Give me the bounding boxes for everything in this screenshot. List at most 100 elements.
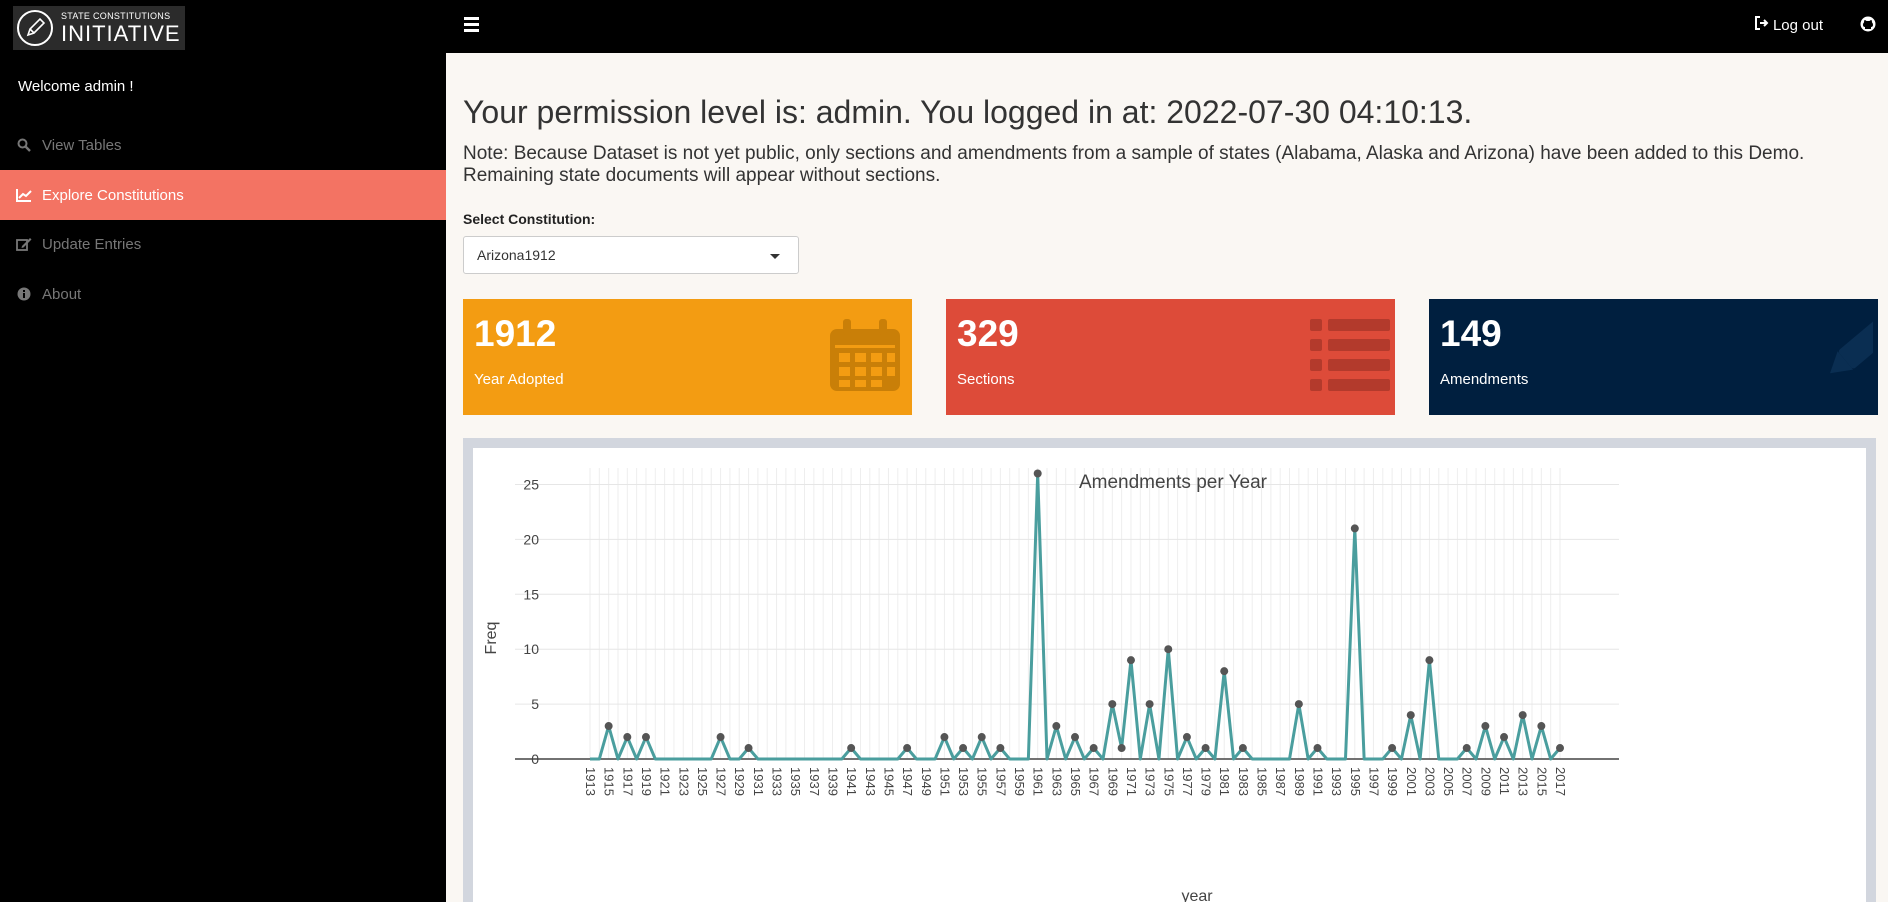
x-tick-label: 2011 [1497, 767, 1512, 795]
data-point[interactable] [1126, 656, 1135, 665]
x-tick-label: 1917 [620, 767, 635, 796]
amendments-per-year-chart: 0510152025 1913 1915 1917 1919 1921 1923 1925 1… [483, 468, 1619, 902]
data-point[interactable] [1220, 667, 1229, 676]
data-point[interactable] [959, 744, 968, 753]
data-point[interactable] [1313, 744, 1322, 753]
data-point[interactable] [940, 733, 949, 742]
pencil-logo-icon [17, 10, 53, 46]
x-tick-label: 1973 [1143, 767, 1158, 796]
constitution-select[interactable]: Arizona1912 [463, 236, 799, 274]
data-point[interactable] [1500, 733, 1509, 742]
sidebar-item-label: Update Entries [42, 235, 142, 253]
sidebar-item-label: About [42, 285, 82, 303]
x-tick-label: 1927 [714, 767, 729, 796]
x-axis-label: year [1181, 888, 1213, 902]
value-box-number: 149 [1440, 313, 1502, 354]
x-tick-label: 1959 [1012, 767, 1027, 796]
sidebar-item-label: View Tables [42, 136, 122, 154]
data-point[interactable] [1518, 711, 1527, 720]
data-point[interactable] [1388, 744, 1397, 753]
y-tick-label: 25 [523, 476, 539, 492]
data-point[interactable] [1556, 744, 1564, 753]
x-tick-label: 1945 [881, 767, 896, 796]
x-tick-label: 1943 [863, 767, 878, 796]
data-point[interactable] [1537, 722, 1546, 731]
x-tick-label: 2001 [1404, 767, 1419, 796]
logout-label: Log out [1772, 16, 1823, 34]
data-point[interactable] [1481, 722, 1490, 731]
x-tick-label: 1989 [1292, 767, 1307, 796]
data-point[interactable] [1182, 733, 1191, 742]
x-tick-label: 1913 [583, 767, 598, 796]
data-point[interactable] [977, 733, 986, 742]
y-tick-label: 5 [531, 696, 539, 712]
x-tick-label: 1953 [956, 767, 971, 796]
calendar-icon [827, 309, 907, 399]
hamburger-menu-icon[interactable] [464, 17, 479, 33]
info-icon [16, 287, 32, 301]
edit-icon [16, 237, 32, 251]
data-point[interactable] [1033, 469, 1042, 478]
x-tick-label: 1979 [1199, 767, 1214, 796]
y-tick-labels: 0 5 10 15 20 25 [523, 476, 539, 767]
logo-big-text: INITIATIVE [61, 20, 181, 46]
logout-button[interactable]: Log out [1754, 16, 1823, 34]
data-point[interactable] [1425, 656, 1434, 665]
data-point[interactable] [716, 733, 725, 742]
data-point[interactable] [1108, 700, 1117, 709]
app-logo[interactable]: STATE CONSTITUTIONS INITIATIVE [13, 6, 185, 50]
data-point[interactable] [623, 733, 632, 742]
sidebar-item-view-tables[interactable]: View Tables [0, 120, 446, 170]
data-point[interactable] [903, 744, 912, 753]
x-tick-labels: 1913 1915 1917 1919 1921 1923 1925 1927 1929 1931… [583, 767, 1568, 796]
data-point[interactable] [1294, 700, 1303, 709]
value-box-label: Sections [957, 371, 1015, 388]
sidebar-item-explore-constitutions[interactable]: Explore Constitutions [0, 170, 446, 220]
y-tick-label: 20 [523, 531, 539, 547]
x-tick-label: 1955 [975, 767, 990, 796]
x-tick-label: 1919 [639, 767, 654, 796]
x-tick-label: 1999 [1385, 767, 1400, 796]
data-point[interactable] [744, 744, 753, 753]
logo-small-text: STATE CONSTITUTIONS [61, 10, 171, 21]
x-tick-label: 2013 [1516, 767, 1531, 796]
x-tick-label: 1935 [788, 767, 803, 796]
data-point[interactable] [847, 744, 856, 753]
data-point[interactable] [1052, 722, 1061, 731]
x-tick-label: 1961 [1031, 767, 1046, 796]
x-tick-label: 2003 [1422, 767, 1437, 796]
x-tick-label: 1947 [900, 767, 915, 796]
select-value: Arizona1912 [477, 247, 556, 263]
sidebar-item-about[interactable]: About [0, 269, 446, 319]
data-point[interactable] [1164, 645, 1173, 654]
main-content: Your permission level is: admin. You log… [446, 53, 1888, 902]
x-tick-label: 2017 [1553, 767, 1568, 796]
data-point[interactable] [641, 733, 650, 742]
y-gridlines [515, 483, 1619, 760]
data-point[interactable] [1089, 744, 1098, 753]
data-point[interactable] [1145, 700, 1154, 709]
sidebar-item-update-entries[interactable]: Update Entries [0, 219, 446, 269]
github-icon[interactable] [1860, 16, 1876, 32]
x-tick-label: 2009 [1478, 767, 1493, 796]
data-point[interactable] [1406, 711, 1415, 720]
select-constitution-label: Select Constitution: [463, 211, 596, 227]
y-tick-label: 15 [523, 586, 539, 602]
x-tick-label: 2005 [1441, 767, 1456, 796]
x-tick-label: 1941 [844, 767, 859, 796]
data-point[interactable] [604, 722, 613, 731]
x-tick-label: 2007 [1460, 767, 1475, 796]
data-point[interactable] [1117, 744, 1126, 753]
data-point[interactable] [996, 744, 1005, 753]
data-point[interactable] [1071, 733, 1079, 742]
data-point[interactable] [1238, 744, 1247, 753]
data-point[interactable] [1462, 744, 1471, 753]
x-tick-label: 1985 [1255, 767, 1270, 796]
chevron-down-icon [770, 254, 780, 259]
search-icon [16, 138, 32, 152]
data-point[interactable] [1201, 744, 1210, 753]
x-tick-label: 1937 [807, 767, 822, 796]
data-point[interactable] [1350, 524, 1359, 533]
x-tick-label: 1969 [1105, 767, 1120, 796]
x-tick-label: 1995 [1348, 767, 1363, 796]
